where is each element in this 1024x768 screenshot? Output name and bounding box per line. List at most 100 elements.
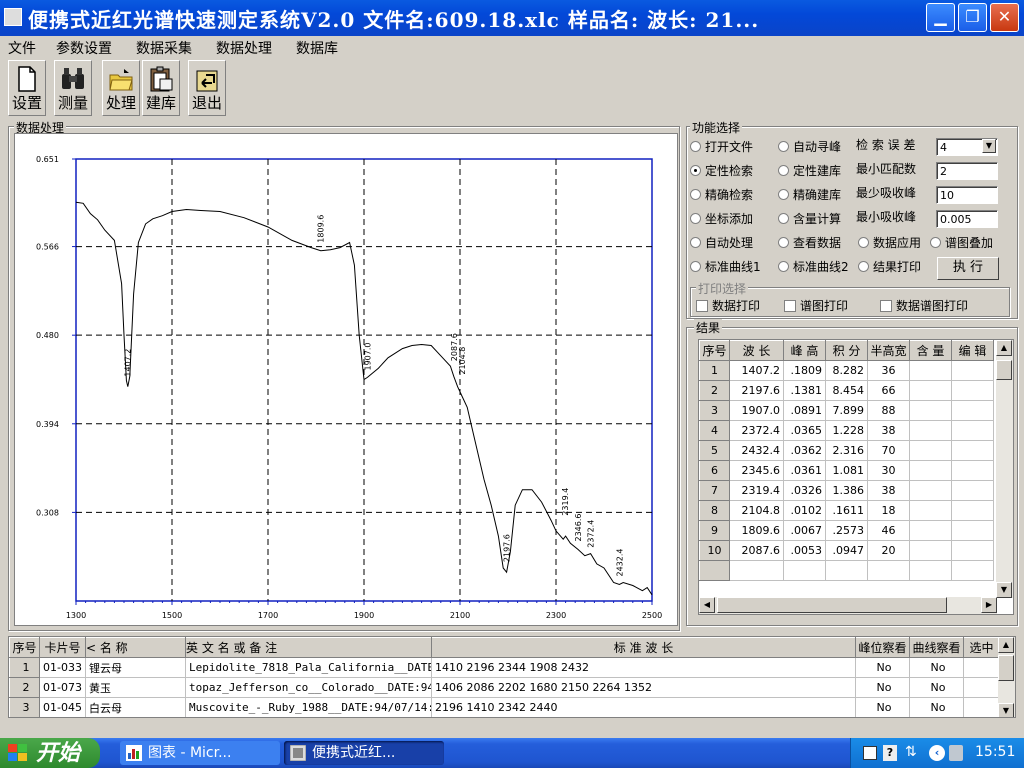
table-cell[interactable]: 4 (699, 420, 730, 441)
table-cell[interactable]: 38 (867, 480, 910, 501)
table-cell[interactable] (951, 400, 994, 421)
menu-database[interactable]: 数据库 (296, 38, 338, 58)
process-button[interactable]: 处理 (102, 60, 140, 116)
table-cell[interactable]: .1611 (825, 500, 868, 521)
table-cell[interactable]: 白云母 (85, 697, 186, 717)
table-cell[interactable]: 9 (699, 520, 730, 541)
radio-auto-peak-find[interactable]: 自动寻峰 (778, 138, 841, 155)
table-cell[interactable] (951, 420, 994, 441)
table-cell[interactable] (951, 500, 994, 521)
table-cell[interactable] (909, 380, 952, 401)
table-cell[interactable]: 1410 2196 2344 1908 2432 (431, 657, 856, 678)
table-row[interactable]: 1 01-033 锂云母 Lepidolite_7818_Pala_Californi… (9, 657, 1000, 678)
table-row[interactable]: 6 2345.6.0361 1.081 30 (699, 460, 994, 481)
table-cell[interactable] (909, 440, 952, 461)
radio-content-calc[interactable]: 含量计算 (778, 210, 841, 227)
table-row[interactable]: 3 1907.0.0891 7.899 88 (699, 400, 994, 421)
table-cell[interactable]: No (909, 657, 964, 678)
checkbox-data-spectrum-print[interactable]: 数据谱图打印 (880, 297, 968, 314)
table-cell[interactable] (909, 480, 952, 501)
keyboard-icon[interactable] (863, 746, 877, 760)
table-cell[interactable]: 7.899 (825, 400, 868, 421)
table-cell[interactable] (909, 560, 952, 581)
table-cell[interactable]: 7 (699, 480, 730, 501)
table-cell[interactable] (963, 657, 1000, 678)
results-column-header[interactable]: 积 分 (825, 340, 868, 361)
table-cell[interactable] (951, 380, 994, 401)
table-cell[interactable]: 锂云母 (85, 657, 186, 678)
table-cell[interactable] (783, 560, 826, 581)
menu-data-acquisition[interactable]: 数据采集 (136, 38, 192, 58)
results-column-header[interactable]: 编 辑 (951, 340, 994, 361)
scroll-thumb[interactable] (998, 655, 1014, 681)
table-cell[interactable]: No (855, 657, 910, 678)
library-column-header[interactable]: 英 文 名 或 备 注 (185, 637, 432, 658)
menu-file[interactable]: 文件 (8, 38, 36, 58)
radio-spectrum-overlay[interactable]: 谱图叠加 (930, 234, 993, 251)
table-cell[interactable] (909, 520, 952, 541)
menu-data-processing[interactable]: 数据处理 (216, 38, 272, 58)
exit-button[interactable]: 退出 (188, 60, 226, 116)
table-cell[interactable]: .1809 (783, 360, 826, 381)
radio-qualitative-build[interactable]: 定性建库 (778, 162, 841, 179)
table-cell[interactable] (699, 560, 730, 581)
scroll-thumb[interactable] (717, 597, 947, 613)
table-cell[interactable] (951, 360, 994, 381)
library-column-header[interactable]: 选中 (963, 637, 1000, 658)
title-bar[interactable]: 便携式近红光谱快速测定系统V2.0 文件名:609.18.xlc 样品名: 波长… (0, 0, 1024, 36)
table-cell[interactable]: 36 (867, 360, 910, 381)
table-cell[interactable]: 6 (699, 460, 730, 481)
close-button[interactable]: ✕ (990, 3, 1019, 32)
radio-precise-search[interactable]: 精确检索 (690, 186, 753, 203)
execute-button[interactable]: 执 行 (937, 257, 999, 280)
table-cell[interactable]: No (909, 697, 964, 717)
table-cell[interactable]: 2104.8 (729, 500, 784, 521)
spectrum-chart[interactable]: 1300 1500 1700 1900 2100 2300 2500 0.651 0.566 0.… (14, 133, 678, 626)
checkbox-data-print[interactable]: 数据打印 (696, 297, 760, 314)
build-library-button[interactable]: 建库 (142, 60, 180, 116)
table-cell[interactable]: .1381 (783, 380, 826, 401)
task-spectrum-app[interactable]: 便携式近红... (284, 741, 444, 765)
table-cell[interactable] (963, 697, 1000, 717)
table-cell[interactable]: 1.081 (825, 460, 868, 481)
table-cell[interactable]: 2432.4 (729, 440, 784, 461)
results-column-header[interactable]: 序号 (699, 340, 730, 361)
radio-view-data[interactable]: 查看数据 (778, 234, 841, 251)
table-cell[interactable]: 黄玉 (85, 677, 186, 698)
settings-button[interactable]: 设置 (8, 60, 46, 116)
table-cell[interactable]: 70 (867, 440, 910, 461)
table-cell[interactable]: 1 (9, 657, 40, 678)
app-icon[interactable] (4, 8, 22, 26)
results-column-header[interactable]: 波 长 (729, 340, 784, 361)
start-button[interactable]: 开始 (0, 738, 100, 768)
table-cell[interactable]: 46 (867, 520, 910, 541)
radio-precise-build[interactable]: 精确建库 (778, 186, 841, 203)
table-cell[interactable]: 2196 1410 2342 2440 (431, 697, 856, 717)
table-cell[interactable]: .0053 (783, 540, 826, 561)
results-vertical-scrollbar[interactable]: ▲ ▼ (996, 340, 1013, 598)
min-peak-count-input[interactable]: 10 (936, 186, 998, 204)
results-column-header[interactable]: 峰 高 (783, 340, 826, 361)
speaker-icon[interactable] (949, 745, 963, 761)
min-match-input[interactable]: 2 (936, 162, 998, 180)
library-column-header[interactable]: 标 准 波 长 (431, 637, 856, 658)
library-column-header[interactable]: 曲线察看 (909, 637, 964, 658)
min-peak-value-input[interactable]: 0.005 (936, 210, 998, 228)
table-cell[interactable]: 2197.6 (729, 380, 784, 401)
table-cell[interactable]: 1406 2086 2202 1680 2150 2264 1352 (431, 677, 856, 698)
navigation-icon[interactable]: ‹ (929, 745, 945, 761)
table-cell[interactable]: 2087.6 (729, 540, 784, 561)
table-cell[interactable] (909, 420, 952, 441)
library-column-header[interactable]: 峰位察看 (855, 637, 910, 658)
table-cell[interactable]: 2.316 (825, 440, 868, 461)
scroll-up-icon[interactable]: ▲ (996, 340, 1012, 356)
library-column-header[interactable]: 序号 (9, 637, 40, 658)
table-row[interactable]: 2 01-073 黄玉 topaz_Jefferson_co__Colorado__D… (9, 677, 1000, 698)
table-cell[interactable]: .0891 (783, 400, 826, 421)
scroll-right-icon[interactable]: ▶ (981, 597, 997, 613)
scroll-thumb[interactable] (996, 360, 1012, 380)
help-icon[interactable]: ? (883, 745, 897, 761)
table-row[interactable]: 3 01-045 白云母 Muscovite_-_Ruby_1988__DATE:94… (9, 697, 1000, 717)
table-row[interactable]: 8 2104.8.0102.1611 18 (699, 500, 994, 521)
network-icon[interactable]: ⇅ (905, 744, 917, 760)
